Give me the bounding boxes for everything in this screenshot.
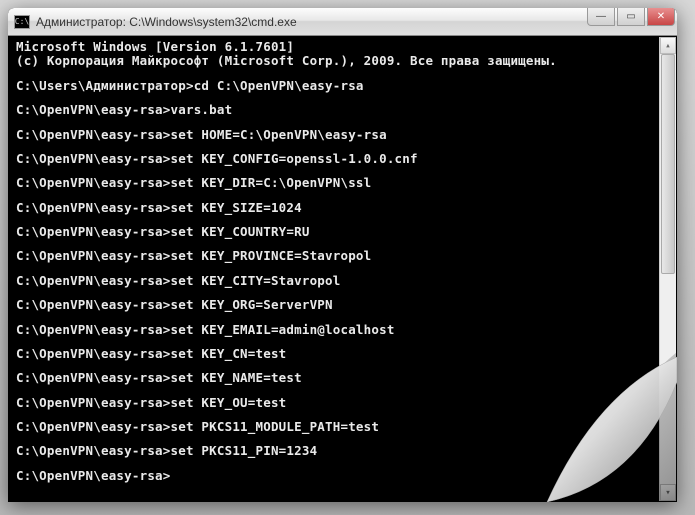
terminal-line: C:\OpenVPN\easy-rsa>set KEY_CONFIG=opens… [16, 152, 669, 166]
maximize-button[interactable]: ▭ [617, 8, 645, 26]
scroll-up-button[interactable]: ▴ [660, 37, 676, 54]
scroll-down-button[interactable]: ▾ [660, 484, 676, 501]
terminal-prompt: C:\OpenVPN\easy-rsa> [16, 469, 669, 483]
terminal-line: C:\OpenVPN\easy-rsa>set KEY_CITY=Stavrop… [16, 274, 669, 288]
terminal-line: C:\OpenVPN\easy-rsa>set KEY_CN=test [16, 347, 669, 361]
terminal-line: C:\OpenVPN\easy-rsa>set KEY_EMAIL=admin@… [16, 323, 669, 337]
terminal-line: C:\OpenVPN\easy-rsa>set KEY_COUNTRY=RU [16, 225, 669, 239]
terminal-line: C:\OpenVPN\easy-rsa>set PKCS11_PIN=1234 [16, 444, 669, 458]
cmd-window: C:\ Администратор: C:\Windows\system32\c… [8, 8, 677, 502]
terminal-line: C:\OpenVPN\easy-rsa>set KEY_SIZE=1024 [16, 201, 669, 215]
window-title: Администратор: C:\Windows\system32\cmd.e… [36, 15, 671, 29]
terminal-line: C:\OpenVPN\easy-rsa>set HOME=C:\OpenVPN\… [16, 128, 669, 142]
terminal-line: Microsoft Windows [Version 6.1.7601] [16, 40, 669, 54]
cmd-icon: C:\ [14, 15, 30, 29]
minimize-button[interactable]: — [587, 8, 615, 26]
terminal-line: C:\Users\Администратор>cd C:\OpenVPN\eas… [16, 79, 669, 93]
terminal-line: (c) Корпорация Майкрософт (Microsoft Cor… [16, 54, 669, 68]
terminal-line: C:\OpenVPN\easy-rsa>set KEY_NAME=test [16, 371, 669, 385]
terminal-line: C:\OpenVPN\easy-rsa>set PKCS11_MODULE_PA… [16, 420, 669, 434]
close-button[interactable]: ✕ [647, 8, 675, 26]
cmd-icon-text: C:\ [15, 18, 29, 26]
terminal-line: C:\OpenVPN\easy-rsa>vars.bat [16, 103, 669, 117]
terminal-line: C:\OpenVPN\easy-rsa>set KEY_DIR=C:\OpenV… [16, 176, 669, 190]
titlebar[interactable]: C:\ Администратор: C:\Windows\system32\c… [8, 8, 677, 36]
terminal-line: C:\OpenVPN\easy-rsa>set KEY_ORG=ServerVP… [16, 298, 669, 312]
scroll-thumb[interactable] [661, 54, 675, 274]
vertical-scrollbar[interactable]: ▴ ▾ [659, 37, 676, 501]
terminal-output[interactable]: Microsoft Windows [Version 6.1.7601] (c)… [8, 36, 677, 502]
terminal-line: C:\OpenVPN\easy-rsa>set KEY_OU=test [16, 396, 669, 410]
window-controls: — ▭ ✕ [587, 8, 675, 26]
terminal-line: C:\OpenVPN\easy-rsa>set KEY_PROVINCE=Sta… [16, 249, 669, 263]
